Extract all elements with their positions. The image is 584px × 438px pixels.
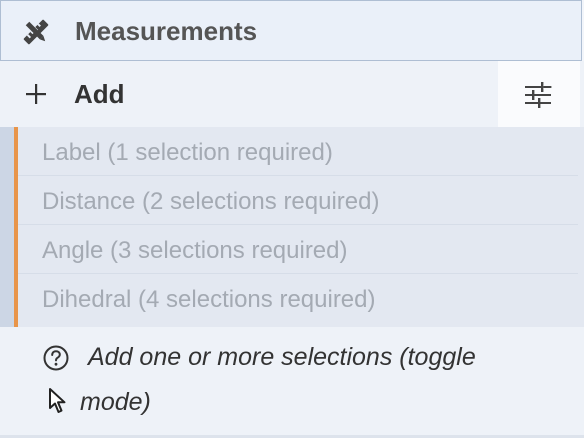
list-gutter — [0, 127, 14, 327]
measurement-type-list: Label (1 selection required) Distance (2… — [0, 127, 584, 327]
hint-text-line1: Add one or more selections (toggle — [88, 343, 476, 371]
list-item-label: Angle (3 selections required) — [42, 237, 348, 264]
measure-dihedral-option[interactable]: Dihedral (4 selections required) — [18, 274, 578, 323]
measurements-header[interactable]: Measurements — [0, 0, 582, 61]
cursor-icon[interactable] — [47, 387, 69, 415]
list-item-label: Distance (2 selections required) — [42, 188, 380, 215]
measure-angle-option[interactable]: Angle (3 selections required) — [18, 225, 578, 274]
plus-icon — [26, 84, 46, 104]
add-row: Add — [0, 61, 584, 127]
help-circle-icon — [43, 345, 69, 371]
list-item-label: Label (1 selection required) — [42, 139, 333, 166]
list-item-label: Dihedral (4 selections required) — [42, 286, 376, 313]
measurements-panel: Measurements Add Label (1 selection requ… — [0, 0, 584, 438]
add-label: Add — [74, 79, 125, 109]
add-measurement-button[interactable]: Add — [0, 61, 498, 127]
panel-title: Measurements — [75, 16, 258, 46]
selection-hint: Add one or more selections (toggle mode) — [0, 327, 584, 435]
measure-distance-option[interactable]: Distance (2 selections required) — [18, 176, 578, 225]
hint-text-line2: mode) — [80, 388, 151, 416]
ruler-pencil-icon — [23, 19, 49, 45]
measure-label-option[interactable]: Label (1 selection required) — [18, 127, 578, 176]
sliders-icon — [525, 82, 552, 108]
measurement-options-button[interactable] — [498, 61, 580, 127]
